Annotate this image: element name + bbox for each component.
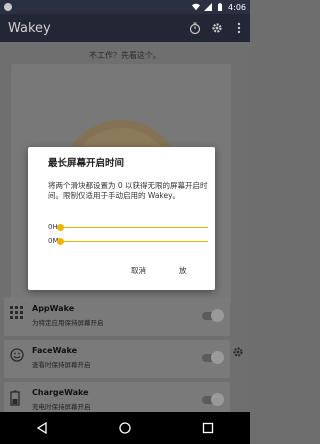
battery-charging-icon <box>10 390 26 408</box>
status-bar: 4:06 <box>0 0 250 14</box>
hours-slider-row: 0H <box>48 222 208 232</box>
help-hint-link[interactable]: 不工作？先看这个。 <box>0 50 250 61</box>
facewake-row[interactable]: FaceWake 查看时保持屏幕开启 <box>4 340 230 378</box>
navigation-bar <box>0 412 250 444</box>
row-subtitle: 为特定应用保持屏幕开启 <box>32 319 104 327</box>
row-subtitle: 充电时保持屏幕开启 <box>32 403 91 411</box>
app-bar: Wakey <box>0 14 250 42</box>
battery-icon <box>218 3 223 11</box>
settings-icon[interactable] <box>206 17 228 39</box>
row-subtitle: 查看时保持屏幕开启 <box>32 361 91 369</box>
more-options-icon[interactable] <box>228 17 250 39</box>
row-title: AppWake <box>32 304 75 313</box>
signal-icon <box>204 3 213 11</box>
appwake-toggle-knob <box>211 309 224 322</box>
home-icon[interactable] <box>116 419 134 437</box>
apps-grid-icon <box>10 306 26 324</box>
hours-slider[interactable] <box>57 223 208 231</box>
appwake-row[interactable]: AppWake 为特定应用保持屏幕开启 <box>4 298 230 336</box>
back-icon[interactable] <box>33 419 51 437</box>
wifi-icon <box>192 3 201 11</box>
minutes-slider-thumb[interactable] <box>57 237 64 245</box>
max-screen-time-dialog: 最长屏幕开启时间 将两个滑块都设置为 0 以获得无限的屏幕开启时间。限制仅适用于… <box>28 147 215 290</box>
status-time: 4:06 <box>228 2 246 12</box>
dialog-message: 将两个滑块都设置为 0 以获得无限的屏幕开启时间。限制仅适用于手动启用的 Wak… <box>48 181 208 200</box>
chargewake-toggle-knob <box>211 393 224 406</box>
minutes-slider[interactable] <box>57 237 208 245</box>
recents-icon[interactable] <box>199 419 217 437</box>
app-title: Wakey <box>8 20 51 36</box>
dialog-title: 最长屏幕开启时间 <box>48 158 125 169</box>
notification-icon <box>4 3 12 11</box>
row-title: FaceWake <box>32 346 78 355</box>
row-title: ChargeWake <box>32 388 89 397</box>
appwake-settings-icon[interactable] <box>232 346 244 358</box>
ok-button[interactable]: 放 <box>179 265 187 276</box>
facewake-toggle-knob <box>211 351 224 364</box>
hours-slider-thumb[interactable] <box>57 223 64 231</box>
minutes-slider-row: 0M <box>48 236 208 246</box>
timer-icon[interactable] <box>184 17 206 39</box>
face-icon <box>10 348 26 366</box>
cancel-button[interactable]: 取消 <box>131 265 146 276</box>
